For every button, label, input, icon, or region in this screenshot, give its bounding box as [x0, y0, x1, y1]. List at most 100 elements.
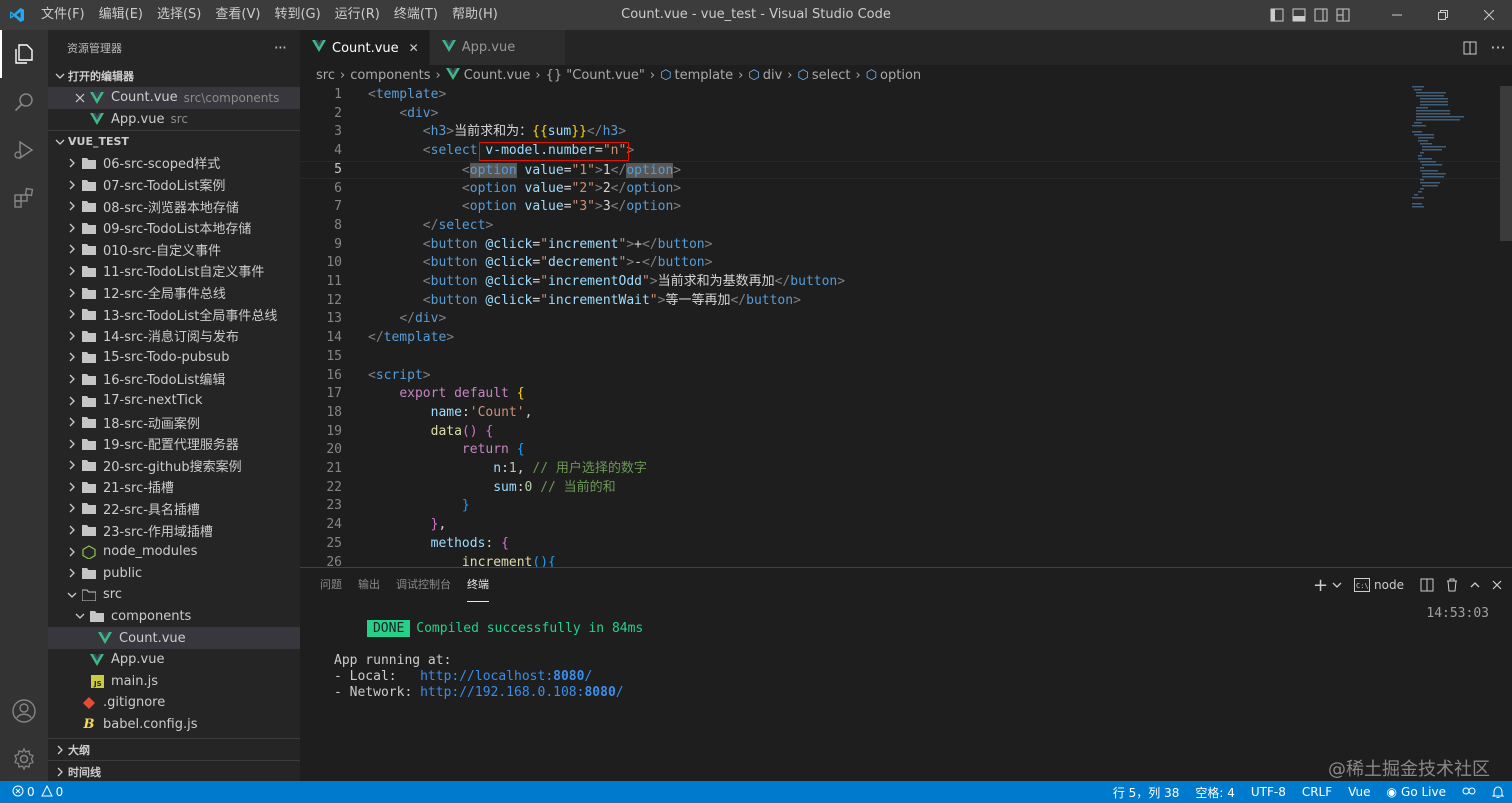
tree-folder-item[interactable]: 13-src-TodoList全局事件总线 [48, 303, 300, 325]
settings-gear-icon[interactable] [0, 735, 48, 783]
tab-debug-console[interactable]: 调试控制台 [396, 568, 451, 602]
cursor-position[interactable]: 行 5，列 38 [1113, 784, 1180, 801]
minimap[interactable] [1410, 86, 1500, 567]
search-icon[interactable] [0, 78, 48, 126]
tree-folder-item[interactable]: 17-src-nextTick [48, 390, 300, 412]
outline-header[interactable]: 大纲 [48, 738, 300, 760]
menu-go[interactable]: 转到(G) [267, 0, 327, 30]
menu-terminal[interactable]: 终端(T) [387, 0, 445, 30]
breadcrumb-item[interactable]: select [812, 68, 851, 83]
tab-app-vue[interactable]: App.vue [429, 30, 567, 65]
tree-file-main-js[interactable]: JS main.js [48, 670, 300, 692]
breadcrumb-item[interactable]: template [674, 68, 733, 83]
run-debug-icon[interactable] [0, 126, 48, 174]
close-window-icon[interactable] [1466, 0, 1512, 30]
end-of-line[interactable]: CRLF [1302, 785, 1332, 799]
feedback-icon[interactable] [1462, 786, 1476, 798]
customize-layout-icon[interactable] [1332, 0, 1354, 30]
breadcrumb-item[interactable]: option [880, 68, 921, 83]
tab-problems[interactable]: 问题 [320, 568, 342, 602]
menu-file[interactable]: 文件(F) [34, 0, 92, 30]
tree-folder-item[interactable]: 12-src-全局事件总线 [48, 282, 300, 304]
chevron-right-icon [52, 767, 68, 777]
tree-folder-item[interactable]: 16-src-TodoList编辑 [48, 368, 300, 390]
notifications-bell-icon[interactable] [1492, 785, 1504, 799]
tree-folder-item[interactable]: node_modules [48, 541, 300, 563]
menu-run[interactable]: 运行(R) [328, 0, 387, 30]
tab-close-icon[interactable]: ✕ [409, 41, 419, 55]
split-editor-icon[interactable] [1456, 41, 1484, 55]
tab-count-vue[interactable]: Count.vue ✕ [300, 30, 430, 65]
tree-folder-item[interactable]: 20-src-github搜索案例 [48, 455, 300, 477]
local-url-link[interactable]: http://localhost:8080/ [420, 669, 592, 684]
terminal-icon: C:\ [1354, 578, 1371, 592]
tree-folder-item[interactable]: 11-src-TodoList自定义事件 [48, 260, 300, 282]
tree-folder-item[interactable]: 010-src-自定义事件 [48, 239, 300, 261]
tree-folder-item[interactable]: 23-src-作用域插槽 [48, 519, 300, 541]
terminal-name[interactable]: node [1374, 578, 1404, 592]
tree-file-gitignore[interactable]: .gitignore [48, 692, 300, 714]
restore-icon[interactable] [1420, 0, 1466, 30]
extensions-icon[interactable] [0, 174, 48, 222]
close-icon[interactable] [72, 93, 88, 103]
network-url-link[interactable]: http://192.168.0.108:8080/ [420, 685, 624, 700]
tree-file-count-vue[interactable]: Count.vue [48, 627, 300, 649]
tree-folder-item[interactable]: 21-src-插槽 [48, 476, 300, 498]
tree-folder-item[interactable]: 06-src-scoped样式 [48, 152, 300, 174]
chevron-down-icon[interactable] [1332, 580, 1342, 590]
menu-selection[interactable]: 选择(S) [150, 0, 208, 30]
chevron-right-icon: › [649, 68, 656, 83]
minimize-icon[interactable] [1374, 0, 1420, 30]
symbol-icon: ⬡ [865, 68, 878, 83]
editor-scrollbar[interactable] [1500, 86, 1512, 241]
new-terminal-icon[interactable]: + [1313, 575, 1328, 596]
menu-help[interactable]: 帮助(H) [445, 0, 505, 30]
menu-edit[interactable]: 编辑(E) [92, 0, 150, 30]
split-terminal-icon[interactable] [1420, 578, 1434, 592]
tab-terminal[interactable]: 终端 [467, 568, 489, 602]
timeline-header[interactable]: 时间线 [48, 760, 300, 781]
tree-folder-item[interactable]: 07-src-TodoList案例 [48, 174, 300, 196]
go-live-button[interactable]: ◉ Go Live [1387, 785, 1446, 799]
trash-icon[interactable] [1446, 578, 1458, 592]
breadcrumb-item[interactable]: Count.vue [464, 68, 531, 83]
tab-output[interactable]: 输出 [358, 568, 380, 602]
explorer-icon[interactable] [0, 30, 48, 78]
breadcrumb-item[interactable]: {} "Count.vue" [546, 68, 645, 83]
project-header[interactable]: VUE_TEST [48, 130, 300, 152]
code-line-2: <div> [399, 105, 439, 121]
tree-folder-item[interactable]: 14-src-消息订阅与发布 [48, 325, 300, 347]
tree-folder-item[interactable]: 09-src-TodoList本地存储 [48, 217, 300, 239]
menu-view[interactable]: 查看(V) [208, 0, 267, 30]
tree-folder-src[interactable]: src [48, 584, 300, 606]
chevron-right-icon [64, 158, 80, 168]
tree-folder-item[interactable]: 08-src-浏览器本地存储 [48, 195, 300, 217]
indentation[interactable]: 空格: 4 [1195, 784, 1235, 801]
open-editor-item[interactable]: App.vue src [48, 109, 300, 131]
toggle-panel-icon[interactable] [1288, 0, 1310, 30]
explorer-more-actions[interactable]: ··· [274, 38, 287, 57]
code-editor[interactable]: 1 2 3 4 5 6 7 8 9 10 11 12 13 14 15 16 17 18 19 20 21 22 23 24 2… [300, 86, 1512, 567]
accounts-icon[interactable] [0, 687, 48, 735]
toggle-secondary-sidebar-icon[interactable] [1310, 0, 1332, 30]
tree-folder-components[interactable]: components [48, 606, 300, 628]
maximize-panel-icon[interactable] [1470, 580, 1480, 590]
tree-file-babel-config[interactable]: B babel.config.js [48, 714, 300, 736]
tree-folder-item[interactable]: 15-src-Todo-pubsub [48, 347, 300, 369]
tree-folder-item[interactable]: public [48, 562, 300, 584]
language-mode[interactable]: Vue [1348, 785, 1370, 799]
tree-folder-item[interactable]: 19-src-配置代理服务器 [48, 433, 300, 455]
tree-folder-item[interactable]: 22-src-具名插槽 [48, 498, 300, 520]
breadcrumb-item[interactable]: components [350, 68, 430, 83]
tree-file-app-vue[interactable]: App.vue [48, 649, 300, 671]
more-actions-icon[interactable]: ··· [1484, 38, 1512, 57]
problems-status[interactable]: 0 0 [0, 784, 63, 800]
open-editors-header[interactable]: 打开的编辑器 [48, 65, 300, 87]
tree-folder-item[interactable]: 18-src-动画案例 [48, 411, 300, 433]
open-editor-item[interactable]: Count.vue src\components [48, 87, 300, 109]
close-panel-icon[interactable] [1492, 580, 1502, 590]
encoding[interactable]: UTF-8 [1251, 785, 1286, 799]
breadcrumb-item[interactable]: div [763, 68, 783, 83]
breadcrumb-item[interactable]: src [316, 68, 335, 83]
toggle-primary-sidebar-icon[interactable] [1266, 0, 1288, 30]
